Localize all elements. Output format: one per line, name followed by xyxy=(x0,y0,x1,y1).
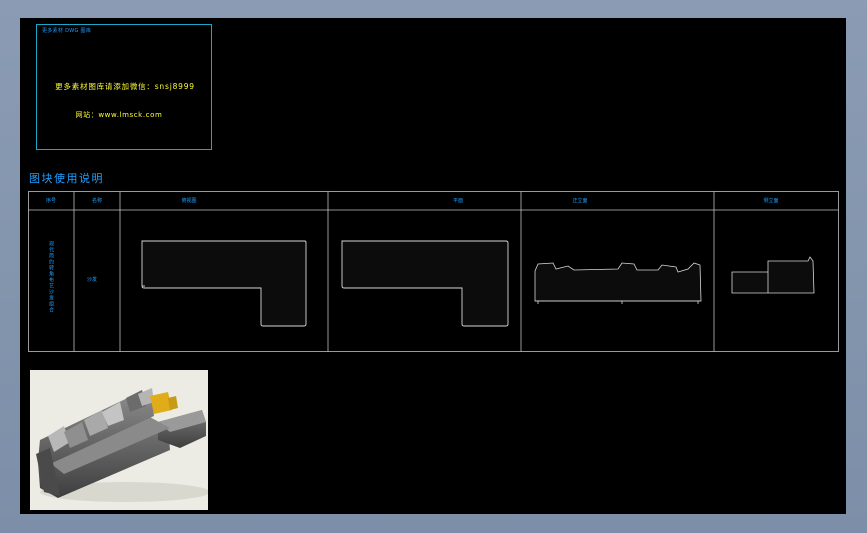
header-index: 序号 xyxy=(45,198,57,204)
section-title: 图块使用说明 xyxy=(29,172,104,185)
sofa-side-elevation-drawing xyxy=(731,256,815,294)
cell-block-type: 沙发 xyxy=(87,277,98,283)
sofa-preview-image xyxy=(30,370,208,510)
block-table xyxy=(28,191,839,352)
sofa-plan-drawing xyxy=(341,240,509,327)
info-tiny-text: 更多素材 DWG 图库 xyxy=(42,28,92,34)
sofa-front-elevation-drawing xyxy=(534,262,702,304)
website-text: 网站：www.lmsck.com xyxy=(75,111,163,119)
sofa-illustration xyxy=(30,370,208,510)
header-top-view: 俯视图 xyxy=(181,198,197,204)
header-side-elevation: 侧立面 xyxy=(763,198,779,204)
header-plan: 平面 xyxy=(452,198,464,204)
info-frame: 更多素材 DWG 图库 更多素材图库请添加微信：snsj8999 网站：www.… xyxy=(36,24,212,150)
header-front-elevation: 正立面 xyxy=(572,198,588,204)
sofa-top-view-drawing xyxy=(141,240,307,327)
cell-block-name: 现代简约转角布艺沙发组合 xyxy=(48,241,54,313)
header-name: 名称 xyxy=(91,198,103,204)
wechat-contact-text: 更多素材图库请添加微信：snsj8999 xyxy=(55,82,195,91)
cad-drawing-viewport[interactable]: 更多素材 DWG 图库 更多素材图库请添加微信：snsj8999 网站：www.… xyxy=(20,18,846,514)
